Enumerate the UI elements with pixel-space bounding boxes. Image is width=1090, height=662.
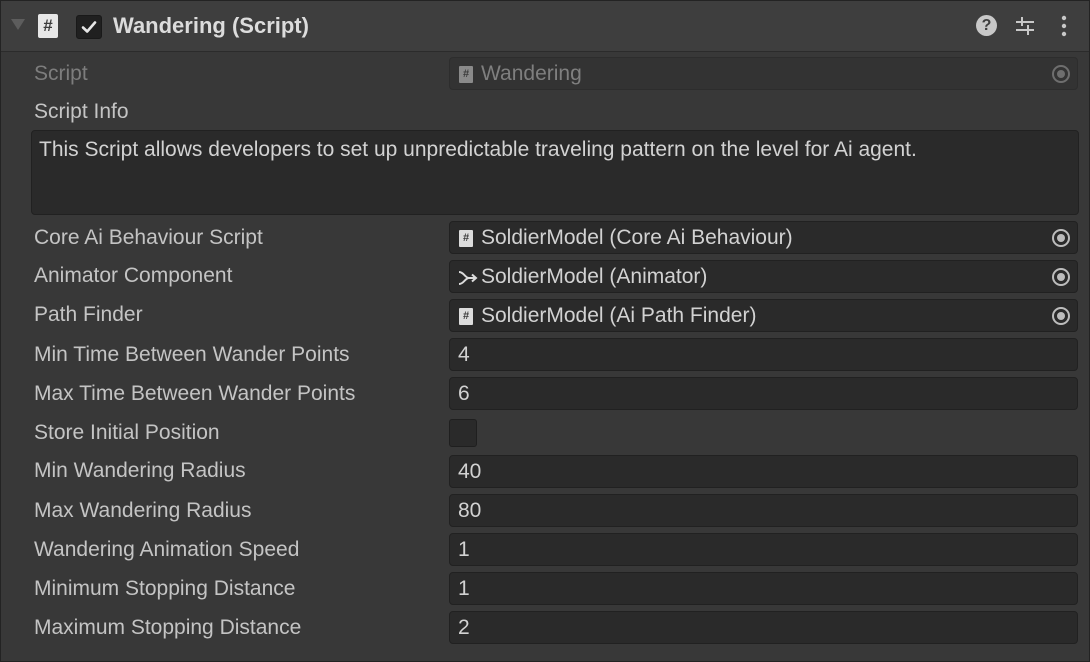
maximum-stopping-distance-input[interactable]: 2 (449, 611, 1078, 644)
max-time-between-wander-points-input[interactable]: 6 (449, 377, 1078, 410)
animator-component-value: SoldierModel (Animator) (481, 265, 708, 288)
animator-component-label: Animator Component (34, 264, 233, 287)
min-time-between-wander-points-label: Min Time Between Wander Points (34, 343, 350, 366)
csharp-script-icon: # (38, 14, 58, 38)
min-wandering-radius-input[interactable]: 40 (449, 455, 1078, 488)
store-initial-position-checkbox[interactable] (449, 419, 477, 447)
component-title: Wandering (Script) (113, 13, 309, 38)
path-finder-label: Path Finder (34, 303, 143, 326)
presets-icon[interactable] (1013, 14, 1037, 38)
inspector-component-panel: # Wandering (Script) ? Script # Wanderin… (0, 0, 1090, 662)
animator-component-field[interactable]: SoldierModel (Animator) (449, 260, 1078, 293)
core-ai-behaviour-label: Core Ai Behaviour Script (34, 226, 263, 249)
csharp-script-icon: # (459, 66, 473, 83)
max-wandering-radius-label: Max Wandering Radius (34, 499, 252, 522)
script-object-field: # Wandering (449, 57, 1078, 90)
object-picker-icon[interactable] (1052, 268, 1070, 286)
field-value: 6 (458, 382, 470, 405)
core-ai-behaviour-value: SoldierModel (Core Ai Behaviour) (481, 226, 793, 249)
maximum-stopping-distance-label: Maximum Stopping Distance (34, 616, 302, 639)
script-info-label: Script Info (34, 100, 129, 123)
component-header[interactable]: # Wandering (Script) ? (1, 1, 1089, 52)
component-enabled-checkbox[interactable] (76, 15, 102, 39)
checkmark-icon (81, 21, 97, 33)
csharp-script-icon: # (459, 308, 473, 325)
help-icon[interactable]: ? (976, 15, 997, 36)
minimum-stopping-distance-label: Minimum Stopping Distance (34, 577, 296, 600)
max-wandering-radius-input[interactable]: 80 (449, 494, 1078, 527)
object-picker-icon[interactable] (1052, 229, 1070, 247)
min-wandering-radius-label: Min Wandering Radius (34, 459, 246, 482)
script-label: Script (34, 62, 88, 85)
script-info-textarea[interactable]: This Script allows developers to set up … (31, 130, 1079, 215)
wandering-animation-speed-label: Wandering Animation Speed (34, 538, 300, 561)
field-value: 4 (458, 343, 470, 366)
script-info-text: This Script allows developers to set up … (39, 138, 917, 161)
path-finder-value: SoldierModel (Ai Path Finder) (481, 304, 757, 327)
foldout-arrow-icon[interactable] (11, 19, 25, 30)
field-value: 80 (458, 499, 482, 522)
store-initial-position-label: Store Initial Position (34, 421, 220, 444)
object-picker-icon (1052, 65, 1070, 83)
path-finder-field[interactable]: # SoldierModel (Ai Path Finder) (449, 299, 1078, 332)
field-value: 1 (458, 577, 470, 600)
script-field-value: Wandering (481, 62, 582, 85)
min-time-between-wander-points-input[interactable]: 4 (449, 338, 1078, 371)
wandering-animation-speed-input[interactable]: 1 (449, 533, 1078, 566)
more-menu-icon[interactable] (1052, 14, 1076, 38)
object-picker-icon[interactable] (1052, 307, 1070, 325)
field-value: 1 (458, 538, 470, 561)
core-ai-behaviour-field[interactable]: # SoldierModel (Core Ai Behaviour) (449, 221, 1078, 254)
minimum-stopping-distance-input[interactable]: 1 (449, 572, 1078, 605)
field-value: 2 (458, 616, 470, 639)
csharp-script-icon: # (459, 230, 473, 247)
animator-icon (458, 271, 478, 285)
field-value: 40 (458, 460, 482, 483)
max-time-between-wander-points-label: Max Time Between Wander Points (34, 382, 356, 405)
